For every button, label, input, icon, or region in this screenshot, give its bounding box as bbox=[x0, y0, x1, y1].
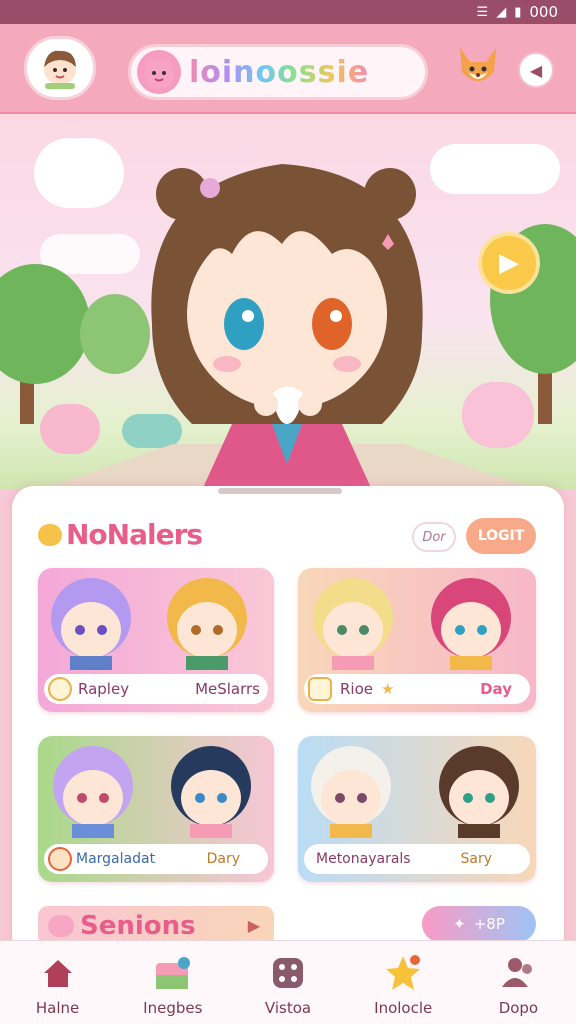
card-badge-icon bbox=[48, 677, 72, 701]
top-bar: loinoossie ◀ bbox=[0, 24, 576, 114]
nav-label: Inolocle bbox=[374, 999, 433, 1017]
nav-item-people[interactable]: Dopo bbox=[461, 941, 576, 1024]
bunny-toy-icon bbox=[40, 404, 100, 454]
nav-label: Halne bbox=[35, 999, 80, 1017]
card-left-label: Rioe bbox=[340, 680, 373, 698]
avatar-icon bbox=[44, 50, 76, 89]
card-right-label: Day bbox=[480, 680, 512, 698]
character-portrait bbox=[53, 746, 133, 838]
profile-avatar[interactable] bbox=[24, 36, 96, 100]
add-pill-button[interactable]: ✦ +8P bbox=[422, 906, 536, 942]
people-icon bbox=[498, 953, 538, 993]
card-left-label: Rapley bbox=[78, 680, 130, 698]
drag-handle[interactable] bbox=[218, 488, 342, 494]
ghost-button[interactable]: Dor bbox=[412, 522, 456, 552]
logo-mascot-icon bbox=[137, 50, 181, 94]
chevron-right-icon: ▶ bbox=[247, 916, 260, 935]
star-icon: ★ bbox=[381, 680, 395, 698]
gallery-icon bbox=[153, 953, 193, 993]
character-portrait bbox=[51, 578, 131, 670]
nav-item-home[interactable]: Halne bbox=[0, 941, 115, 1024]
login-button[interactable]: LOGIT bbox=[466, 518, 536, 554]
bottom-nav: Halne Inegbes Vistoa Inolocle Dopo bbox=[0, 940, 576, 1024]
card-badge-icon bbox=[48, 847, 72, 871]
cloud-icon bbox=[430, 144, 560, 194]
character-portrait bbox=[431, 578, 511, 670]
dice-icon bbox=[268, 953, 308, 993]
character-portrait bbox=[171, 746, 251, 838]
chibi-girl-illustration bbox=[151, 164, 423, 490]
wifi-icon: ☰ bbox=[476, 4, 489, 20]
status-time: 000 bbox=[529, 3, 558, 21]
play-icon: ▶ bbox=[499, 248, 519, 278]
bear-toy-icon bbox=[462, 382, 534, 448]
logo-text: loinoossie bbox=[189, 54, 370, 90]
card-badge-icon bbox=[308, 677, 332, 701]
back-arrow-icon: ◀ bbox=[529, 60, 543, 80]
nav-item-gallery[interactable]: Inegbes bbox=[115, 941, 230, 1024]
hero-banner: ▶ bbox=[0, 114, 576, 490]
sparkle-icon: ✦ bbox=[453, 915, 466, 933]
card-label: Rioe ★ Day bbox=[304, 674, 530, 704]
section-title: NoNalers bbox=[38, 518, 203, 551]
card-right-label: Sary bbox=[460, 851, 492, 867]
menu-button[interactable]: ◀ bbox=[518, 52, 554, 88]
tree-icon bbox=[0, 264, 90, 384]
signal-icon: ◢ bbox=[496, 4, 507, 20]
home-icon bbox=[38, 953, 78, 993]
nav-item-star[interactable]: Inolocle bbox=[346, 941, 461, 1024]
status-bar: ☰ ◢ ▮ 000 bbox=[0, 0, 576, 24]
character-portrait bbox=[439, 746, 519, 838]
card-right-label: MeSlarrs bbox=[195, 680, 260, 698]
character-card[interactable]: Rioe ★ Day bbox=[298, 568, 536, 712]
character-portrait bbox=[313, 578, 393, 670]
seniors-title: Senions bbox=[80, 911, 196, 941]
star-icon bbox=[383, 953, 423, 993]
app-logo[interactable]: loinoossie bbox=[128, 44, 428, 100]
nav-label: Vistoa bbox=[264, 999, 312, 1017]
play-button[interactable]: ▶ bbox=[478, 232, 540, 294]
card-label: Rapley MeSlarrs bbox=[44, 674, 268, 704]
paw-icon bbox=[38, 523, 62, 546]
nav-label: Dopo bbox=[498, 999, 539, 1017]
card-label: Metonayarals Sary bbox=[304, 844, 530, 874]
character-card[interactable]: Margaladat Dary bbox=[38, 736, 274, 882]
nav-label: Inegbes bbox=[143, 999, 203, 1017]
card-left-label: Margaladat bbox=[76, 851, 156, 867]
fox-mascot-icon[interactable] bbox=[452, 42, 504, 96]
character-card[interactable]: Metonayarals Sary bbox=[298, 736, 536, 882]
character-card[interactable]: Rapley MeSlarrs bbox=[38, 568, 274, 712]
character-portrait bbox=[311, 746, 391, 838]
smiling-cloud-icon bbox=[34, 138, 124, 208]
bubble-icon bbox=[48, 915, 74, 937]
nav-item-dice[interactable]: Vistoa bbox=[230, 941, 345, 1024]
card-left-label: Metonayarals bbox=[316, 851, 411, 867]
battery-icon: ▮ bbox=[514, 4, 522, 20]
character-portrait bbox=[167, 578, 247, 670]
card-right-label: Dary bbox=[206, 851, 240, 867]
card-label: Margaladat Dary bbox=[44, 844, 268, 874]
